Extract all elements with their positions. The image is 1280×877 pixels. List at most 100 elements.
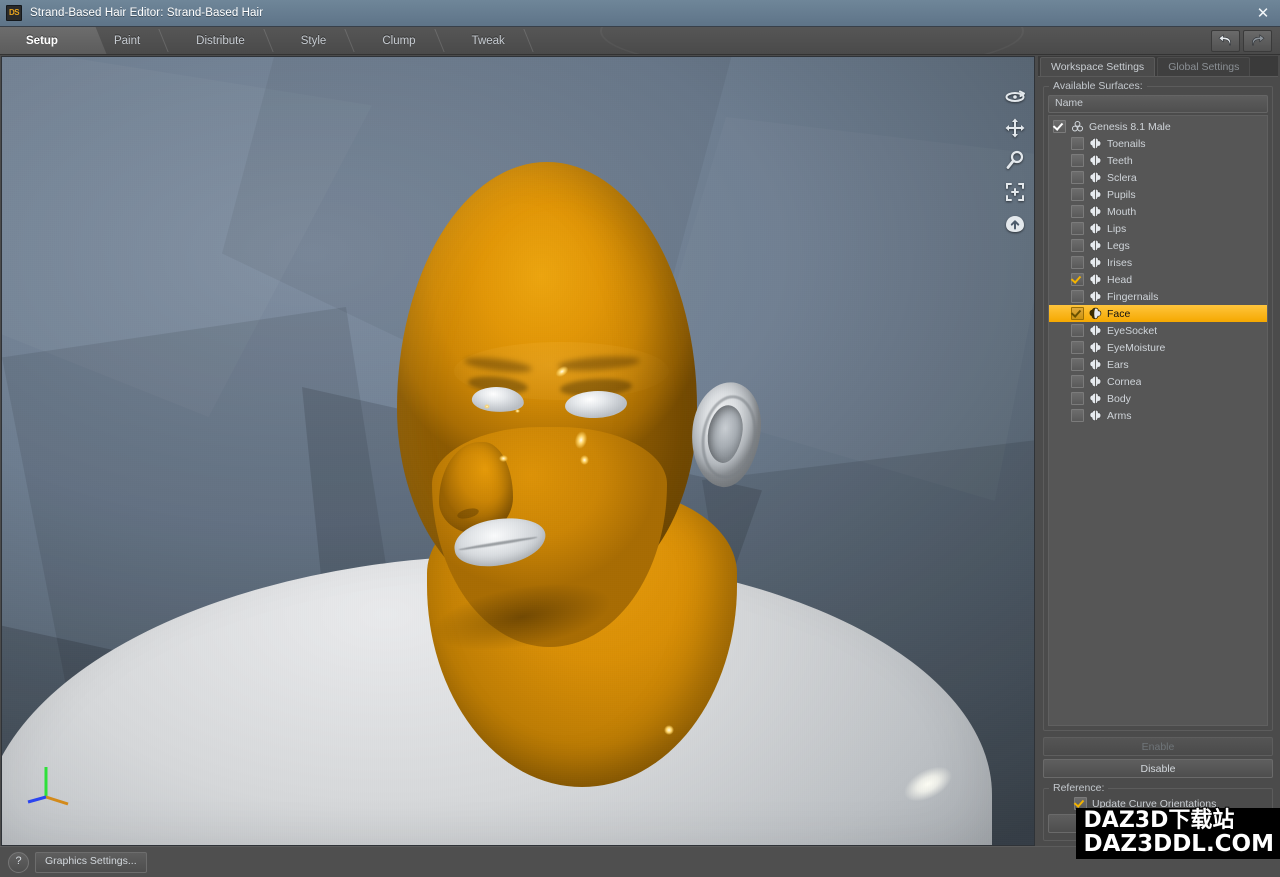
tab-workspace-settings[interactable]: Workspace Settings — [1040, 57, 1155, 76]
surface-visibility-checkbox[interactable] — [1071, 392, 1084, 405]
surface-icon — [1089, 222, 1102, 235]
pan-icon[interactable] — [1002, 117, 1028, 139]
surface-row-arms[interactable]: Arms — [1049, 407, 1267, 424]
surface-row-label: Head — [1107, 274, 1132, 286]
surface-visibility-checkbox[interactable] — [1071, 273, 1084, 286]
surface-row-label: Sclera — [1107, 172, 1137, 184]
tab-separator — [145, 29, 169, 52]
help-icon[interactable]: ? — [8, 852, 29, 873]
surface-row-teeth[interactable]: Teeth — [1049, 152, 1267, 169]
surface-visibility-checkbox[interactable] — [1071, 341, 1084, 354]
editor-body: Workspace Settings Global Settings Avail… — [0, 55, 1280, 846]
surface-icon — [1089, 307, 1102, 320]
editor-tab-strip: Setup Paint Distribute Style Clump Tweak — [0, 27, 1280, 55]
surface-row-sclera[interactable]: Sclera — [1049, 169, 1267, 186]
close-icon[interactable]: ✕ — [1250, 2, 1276, 24]
surface-row-label: Irises — [1107, 257, 1132, 269]
surface-row-ears[interactable]: Ears — [1049, 356, 1267, 373]
surface-visibility-checkbox[interactable] — [1071, 205, 1084, 218]
surface-visibility-checkbox[interactable] — [1071, 239, 1084, 252]
surface-visibility-checkbox[interactable] — [1071, 137, 1084, 150]
tab-global-settings[interactable]: Global Settings — [1157, 57, 1250, 76]
surface-visibility-checkbox[interactable] — [1071, 222, 1084, 235]
reference-action-button[interactable] — [1048, 814, 1268, 833]
surface-icon — [1089, 188, 1102, 201]
title-bar: DS Strand-Based Hair Editor: Strand-Base… — [0, 0, 1280, 27]
surface-visibility-checkbox[interactable] — [1071, 324, 1084, 337]
surface-row-genesis-8-1-male[interactable]: Genesis 8.1 Male — [1049, 118, 1267, 135]
tab-separator — [249, 29, 273, 52]
reference-label: Reference: — [1049, 782, 1108, 794]
surface-visibility-checkbox[interactable] — [1071, 307, 1084, 320]
magnifier-icon[interactable] — [1002, 149, 1028, 171]
axis-z — [28, 797, 46, 802]
surface-row-lips[interactable]: Lips — [1049, 220, 1267, 237]
tab-separator — [420, 29, 444, 52]
disable-button[interactable]: Disable — [1043, 759, 1273, 778]
update-curve-orientations-label: Update Curve Orientations — [1092, 798, 1216, 810]
surface-list-column-header: Name — [1048, 95, 1268, 113]
surface-visibility-checkbox[interactable] — [1071, 358, 1084, 371]
surface-visibility-checkbox[interactable] — [1071, 171, 1084, 184]
redo-button[interactable] — [1243, 30, 1272, 52]
background-facet — [2, 57, 372, 417]
home-arrow-icon[interactable] — [1002, 213, 1028, 235]
surface-row-toenails[interactable]: Toenails — [1049, 135, 1267, 152]
surface-row-eyesocket[interactable]: EyeSocket — [1049, 322, 1267, 339]
surface-icon — [1089, 341, 1102, 354]
surface-row-head[interactable]: Head — [1049, 271, 1267, 288]
enable-button[interactable]: Enable — [1043, 737, 1273, 756]
axis-x — [46, 797, 68, 804]
surface-row-label: Pupils — [1107, 189, 1136, 201]
neck-specular-highlight — [664, 725, 674, 735]
surface-row-irises[interactable]: Irises — [1049, 254, 1267, 271]
surface-icon — [1089, 171, 1102, 184]
tab-separator — [509, 29, 533, 52]
surface-icon — [1089, 205, 1102, 218]
settings-panel: Workspace Settings Global Settings Avail… — [1038, 56, 1278, 846]
surface-icon — [1089, 290, 1102, 303]
surface-list[interactable]: Genesis 8.1 MaleToenailsTeeth Sclera Pupil… — [1048, 115, 1268, 726]
window-title: Strand-Based Hair Editor: Strand-Based H… — [30, 7, 263, 19]
surface-visibility-checkbox[interactable] — [1071, 256, 1084, 269]
undo-button[interactable] — [1211, 30, 1240, 52]
surface-visibility-checkbox[interactable] — [1071, 188, 1084, 201]
surface-row-label: Arms — [1107, 410, 1132, 422]
graphics-settings-button[interactable]: Graphics Settings... — [35, 852, 147, 873]
tab-setup[interactable]: Setup — [0, 27, 88, 54]
panel-content: Available Surfaces: Name Genesis 8.1 Mal… — [1038, 76, 1278, 846]
surface-row-label: Fingernails — [1107, 291, 1158, 303]
surface-row-eyemoisture[interactable]: EyeMoisture — [1049, 339, 1267, 356]
surface-visibility-checkbox[interactable] — [1071, 154, 1084, 167]
viewport-navigation-tools — [1002, 85, 1028, 235]
daz-studio-logo-icon: DS — [6, 5, 22, 21]
surface-row-label: EyeMoisture — [1107, 342, 1165, 354]
update-curve-orientations-checkbox[interactable] — [1074, 797, 1087, 810]
surface-row-cornea[interactable]: Cornea — [1049, 373, 1267, 390]
reference-group: Reference: Update Curve Orientations — [1043, 788, 1273, 841]
tab-clump[interactable]: Clump — [356, 27, 445, 54]
hair-editor-window: DS Strand-Based Hair Editor: Strand-Base… — [0, 0, 1280, 877]
surface-row-body[interactable]: Body — [1049, 390, 1267, 407]
3d-viewport[interactable] — [2, 57, 1034, 845]
surface-row-label: Legs — [1107, 240, 1130, 252]
surface-row-pupils[interactable]: Pupils — [1049, 186, 1267, 203]
update-curve-orientations-row[interactable]: Update Curve Orientations — [1048, 793, 1268, 814]
surface-visibility-checkbox[interactable] — [1053, 120, 1066, 133]
surface-visibility-checkbox[interactable] — [1071, 375, 1084, 388]
surface-row-fingernails[interactable]: Fingernails — [1049, 288, 1267, 305]
tab-style[interactable]: Style — [275, 27, 357, 54]
surface-row-face[interactable]: Face — [1049, 305, 1267, 322]
tab-paint[interactable]: Paint — [88, 27, 170, 54]
surface-icon — [1089, 239, 1102, 252]
surface-row-mouth[interactable]: Mouth — [1049, 203, 1267, 220]
tab-actions — [1211, 27, 1280, 54]
panel-tab-strip: Workspace Settings Global Settings — [1038, 56, 1278, 76]
tab-distribute[interactable]: Distribute — [170, 27, 275, 54]
surface-visibility-checkbox[interactable] — [1071, 290, 1084, 303]
surface-visibility-checkbox[interactable] — [1071, 409, 1084, 422]
tab-tweak[interactable]: Tweak — [446, 27, 535, 54]
frame-icon[interactable] — [1002, 181, 1028, 203]
orbit-icon[interactable] — [1002, 85, 1028, 107]
surface-row-legs[interactable]: Legs — [1049, 237, 1267, 254]
